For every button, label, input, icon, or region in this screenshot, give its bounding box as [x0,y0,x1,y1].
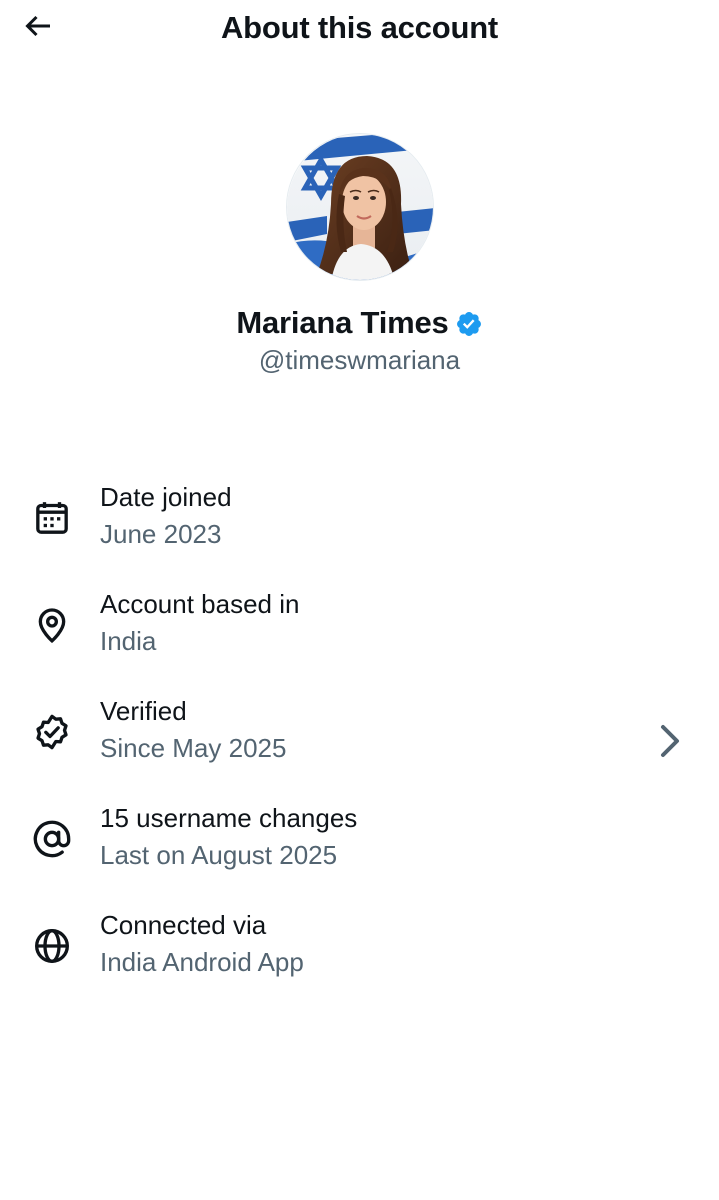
user-handle: @timeswmariana [258,345,461,375]
header-bar: About this account [0,0,719,56]
info-value: Last on August 2025 [100,840,338,870]
info-label: Date joined [100,482,232,512]
account-info-list: Date joined June 2023 Account based in I… [0,476,719,1011]
info-label: Account based in [100,589,300,619]
at-sign-icon [30,817,74,861]
avatar[interactable] [286,133,434,281]
info-item-account-based-in: Account based in India [0,583,719,690]
info-label: Verified [100,696,187,726]
display-name: Mariana Times [236,305,449,340]
info-item-date-joined: Date joined June 2023 [0,476,719,583]
info-item-username-changes: 15 username changes Last on August 2025 [0,797,719,904]
info-item-connected-via: Connected via India Android App [0,904,719,1011]
location-pin-icon [30,603,74,647]
globe-icon [30,924,74,968]
about-account-page: About this account Mariana Times @timesw… [0,0,719,1200]
page-title: About this account [220,10,499,45]
info-item-verified[interactable]: Verified Since May 2025 [0,690,719,797]
verified-badge-icon[interactable] [455,310,483,338]
info-value: India [100,626,157,656]
info-value: June 2023 [100,519,222,549]
profile-photo [287,134,433,280]
profile-name-row: Mariana Times [0,303,719,343]
calendar-icon [30,496,74,540]
verified-outline-icon [30,710,74,754]
info-label: 15 username changes [100,803,358,833]
info-value: Since May 2025 [100,733,287,763]
info-label: Connected via [100,910,267,940]
chevron-right-icon[interactable] [655,723,683,759]
info-value: India Android App [100,947,304,977]
